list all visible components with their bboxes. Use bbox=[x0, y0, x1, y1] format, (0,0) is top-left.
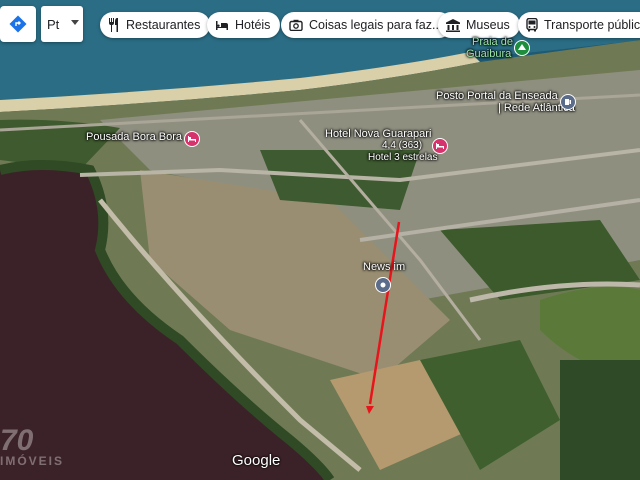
chip-label: Restaurantes bbox=[126, 18, 201, 32]
bus-icon bbox=[526, 18, 538, 32]
place-pousada-name: Pousada Bora Bora bbox=[86, 131, 183, 143]
hotel-icon[interactable] bbox=[184, 131, 200, 147]
place-posto-portal[interactable]: Posto Portal da Enseada | Rede Atlântica bbox=[436, 90, 575, 114]
place-news-name: News im bbox=[363, 261, 406, 273]
chip-label: Transporte público bbox=[544, 18, 640, 32]
museum-icon bbox=[446, 18, 460, 32]
place-posto-line2: | Rede Atlântica bbox=[498, 102, 575, 114]
place-hotel-nova-guarapari[interactable]: Hotel Nova Guarapari 4,4 (363) Hotel 3 e… bbox=[325, 128, 437, 164]
bed-icon bbox=[215, 19, 229, 31]
chip-hoteis[interactable]: Hotéis bbox=[207, 12, 281, 38]
chip-label: Hotéis bbox=[235, 18, 271, 32]
gas-station-icon[interactable] bbox=[560, 94, 576, 110]
place-praia-guaibura[interactable]: Praia de Guaibura bbox=[466, 36, 513, 60]
chevron-down-icon bbox=[71, 20, 79, 25]
chip-museus[interactable]: Museus bbox=[438, 12, 520, 38]
watermark-subtext: IMÓVEIS bbox=[0, 454, 65, 468]
watermark-logo: 70 bbox=[0, 424, 34, 457]
chip-transporte[interactable]: Transporte público bbox=[518, 12, 640, 38]
chip-coisas-legais[interactable]: Coisas legais para faz... bbox=[281, 12, 453, 38]
hotel-icon[interactable] bbox=[432, 138, 448, 154]
place-pin-icon[interactable] bbox=[375, 277, 391, 293]
chip-label: Coisas legais para faz... bbox=[309, 18, 443, 32]
camera-icon bbox=[289, 19, 303, 31]
language-label: Pt bbox=[47, 16, 60, 32]
chip-restaurantes[interactable]: Restaurantes bbox=[100, 12, 211, 38]
place-hotel-rating: 4,4 (363) bbox=[382, 140, 423, 151]
directions-button[interactable] bbox=[0, 6, 36, 42]
place-hotel-name: Hotel Nova Guarapari bbox=[325, 128, 432, 140]
place-news-im[interactable]: News im bbox=[363, 261, 405, 273]
place-praia-line2: Guaibura bbox=[466, 48, 512, 60]
language-selector[interactable]: Pt bbox=[41, 6, 83, 42]
directions-icon bbox=[9, 15, 27, 33]
place-posto-line1: Posto Portal da Enseada bbox=[436, 90, 558, 102]
place-praia-line1: Praia de bbox=[472, 36, 513, 48]
satellite-map[interactable] bbox=[0, 0, 640, 480]
place-hotel-category: Hotel 3 estrelas bbox=[368, 152, 438, 163]
google-logo: Google bbox=[232, 452, 281, 469]
chip-label: Museus bbox=[466, 18, 510, 32]
fork-knife-icon bbox=[108, 18, 120, 32]
park-icon[interactable] bbox=[514, 40, 530, 56]
place-pousada-bora-bora[interactable]: Pousada Bora Bora bbox=[86, 131, 182, 143]
